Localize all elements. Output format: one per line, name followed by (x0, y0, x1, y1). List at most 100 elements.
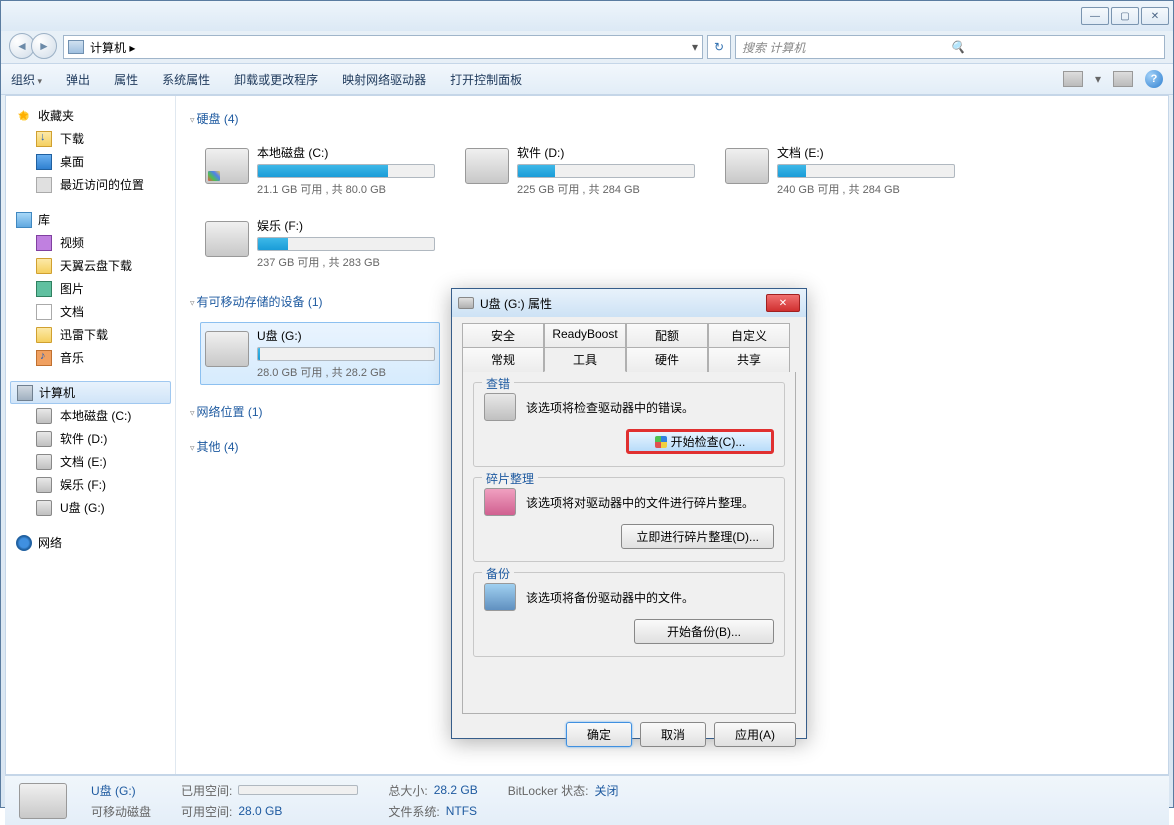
minimize-button[interactable]: — (1081, 7, 1109, 25)
status-drive-icon (19, 783, 67, 819)
address-dropdown-icon[interactable]: ▾ (692, 40, 698, 54)
music-icon (36, 350, 52, 366)
dialog-drive-icon (458, 297, 474, 309)
maximize-button[interactable]: ▢ (1111, 7, 1139, 25)
help-icon[interactable]: ? (1145, 70, 1163, 88)
dialog-title: U盘 (G:) 属性 (480, 295, 760, 312)
control-panel-button[interactable]: 打开控制面板 (450, 71, 522, 88)
sidebar-cloud[interactable]: 天翼云盘下载 (6, 254, 175, 277)
nav-history[interactable]: ◄ ► (9, 33, 59, 61)
forward-button[interactable]: ► (31, 33, 57, 59)
drive-c[interactable]: 本地磁盘 (C:)21.1 GB 可用 , 共 80.0 GB (200, 139, 440, 202)
defrag-now-button[interactable]: 立即进行碎片整理(D)... (621, 524, 774, 549)
picture-icon (36, 281, 52, 297)
network-header[interactable]: 网络 (6, 531, 175, 554)
sidebar-drive-g[interactable]: U盘 (G:) (6, 496, 175, 519)
drive-icon (205, 148, 249, 184)
sidebar-thunder[interactable]: 迅雷下载 (6, 323, 175, 346)
address-text: 计算机 ▸ (90, 39, 686, 56)
start-backup-button[interactable]: 开始备份(B)... (634, 619, 774, 644)
drive-icon (465, 148, 509, 184)
map-drive-button[interactable]: 映射网络驱动器 (342, 71, 426, 88)
dialog-button-row: 确定 取消 应用(A) (452, 722, 806, 757)
drive-e[interactable]: 文档 (E:)240 GB 可用 , 共 284 GB (720, 139, 960, 202)
system-properties-button[interactable]: 系统属性 (162, 71, 210, 88)
usb-drive-icon (205, 331, 249, 367)
tab-hardware[interactable]: 硬件 (626, 347, 708, 372)
folder-icon (36, 258, 52, 274)
close-button[interactable]: ✕ (1141, 7, 1169, 25)
computer-header[interactable]: 计算机 (10, 381, 171, 404)
sidebar-documents[interactable]: 文档 (6, 300, 175, 323)
properties-button[interactable]: 属性 (114, 71, 138, 88)
folder-icon (36, 327, 52, 343)
tab-custom[interactable]: 自定义 (708, 323, 790, 347)
libraries-header[interactable]: 库 (6, 208, 175, 231)
tab-quota[interactable]: 配额 (626, 323, 708, 347)
error-check-group: 查错 该选项将检查驱动器中的错误。 开始检查(C)... (473, 382, 785, 467)
sidebar-downloads[interactable]: 下载 (6, 127, 175, 150)
network-icon (16, 535, 32, 551)
used-space-bar (238, 785, 358, 795)
recent-icon (36, 177, 52, 193)
organize-menu[interactable]: 组织 (11, 71, 42, 88)
library-icon (16, 212, 32, 228)
refresh-button[interactable]: ↻ (707, 35, 731, 59)
explorer-window: — ▢ ✕ ◄ ► 计算机 ▸ ▾ ↻ 搜索 计算机 🔍 组织 弹出 属性 系统… (0, 0, 1174, 808)
computer-icon (68, 40, 84, 54)
drive-g[interactable]: U盘 (G:)28.0 GB 可用 , 共 28.2 GB (200, 322, 440, 385)
dialog-tabs: 安全 ReadyBoost 配额 自定义 常规 工具 硬件 共享 (452, 317, 806, 372)
sidebar-pictures[interactable]: 图片 (6, 277, 175, 300)
tab-general[interactable]: 常规 (462, 347, 544, 372)
titlebar: — ▢ ✕ (1, 1, 1173, 31)
eject-button[interactable]: 弹出 (66, 71, 90, 88)
error-check-legend: 查错 (482, 375, 514, 392)
apply-button[interactable]: 应用(A) (714, 722, 796, 747)
sidebar-drive-f[interactable]: 娱乐 (F:) (6, 473, 175, 496)
hdd-icon (36, 454, 52, 470)
usb-icon (36, 500, 52, 516)
backup-group: 备份 该选项将备份驱动器中的文件。 开始备份(B)... (473, 572, 785, 657)
backup-legend: 备份 (482, 565, 514, 582)
star-icon (16, 108, 32, 124)
sidebar-drive-e[interactable]: 文档 (E:) (6, 450, 175, 473)
address-bar[interactable]: 计算机 ▸ ▾ (63, 35, 703, 59)
check-icon (484, 393, 516, 421)
tab-readyboost[interactable]: ReadyBoost (544, 323, 626, 347)
dialog-close-button[interactable]: ✕ (766, 294, 800, 312)
navbar: ◄ ► 计算机 ▸ ▾ ↻ 搜索 计算机 🔍 (1, 31, 1173, 63)
uninstall-button[interactable]: 卸载或更改程序 (234, 71, 318, 88)
status-bar: U盘 (G:) 可移动磁盘 已用空间: 可用空间:28.0 GB 总大小:28.… (5, 775, 1169, 825)
search-input[interactable]: 搜索 计算机 🔍 (735, 35, 1165, 59)
tab-tools[interactable]: 工具 (544, 347, 626, 372)
sidebar-videos[interactable]: 视频 (6, 231, 175, 254)
defrag-group: 碎片整理 该选项将对驱动器中的文件进行碎片整理。 立即进行碎片整理(D)... (473, 477, 785, 562)
dialog-titlebar[interactable]: U盘 (G:) 属性 ✕ (452, 289, 806, 317)
ok-button[interactable]: 确定 (566, 722, 632, 747)
preview-pane-icon[interactable] (1113, 71, 1133, 87)
toolbar: 组织 弹出 属性 系统属性 卸载或更改程序 映射网络驱动器 打开控制面板 ▾ ? (1, 63, 1173, 95)
cancel-button[interactable]: 取消 (640, 722, 706, 747)
start-check-button[interactable]: 开始检查(C)... (626, 429, 774, 454)
section-hdd[interactable]: 硬盘 (4) (190, 106, 1154, 131)
drive-icon (725, 148, 769, 184)
sidebar-recent[interactable]: 最近访问的位置 (6, 173, 175, 196)
search-icon: 🔍 (950, 40, 1158, 54)
sidebar-drive-c[interactable]: 本地磁盘 (C:) (6, 404, 175, 427)
view-dropdown-icon[interactable]: ▾ (1095, 72, 1101, 86)
sidebar-desktop[interactable]: 桌面 (6, 150, 175, 173)
hdd-icon (36, 408, 52, 424)
status-type: 可移动磁盘 (91, 803, 151, 820)
view-options-icon[interactable] (1063, 71, 1083, 87)
tab-sharing[interactable]: 共享 (708, 347, 790, 372)
drive-icon (205, 221, 249, 257)
tab-security[interactable]: 安全 (462, 323, 544, 347)
drive-f[interactable]: 娱乐 (F:)237 GB 可用 , 共 283 GB (200, 212, 440, 275)
document-icon (36, 304, 52, 320)
sidebar-music[interactable]: 音乐 (6, 346, 175, 369)
sidebar-drive-d[interactable]: 软件 (D:) (6, 427, 175, 450)
computer-icon (17, 385, 33, 401)
properties-dialog: U盘 (G:) 属性 ✕ 安全 ReadyBoost 配额 自定义 常规 工具 … (451, 288, 807, 739)
favorites-header[interactable]: 收藏夹 (6, 104, 175, 127)
drive-d[interactable]: 软件 (D:)225 GB 可用 , 共 284 GB (460, 139, 700, 202)
